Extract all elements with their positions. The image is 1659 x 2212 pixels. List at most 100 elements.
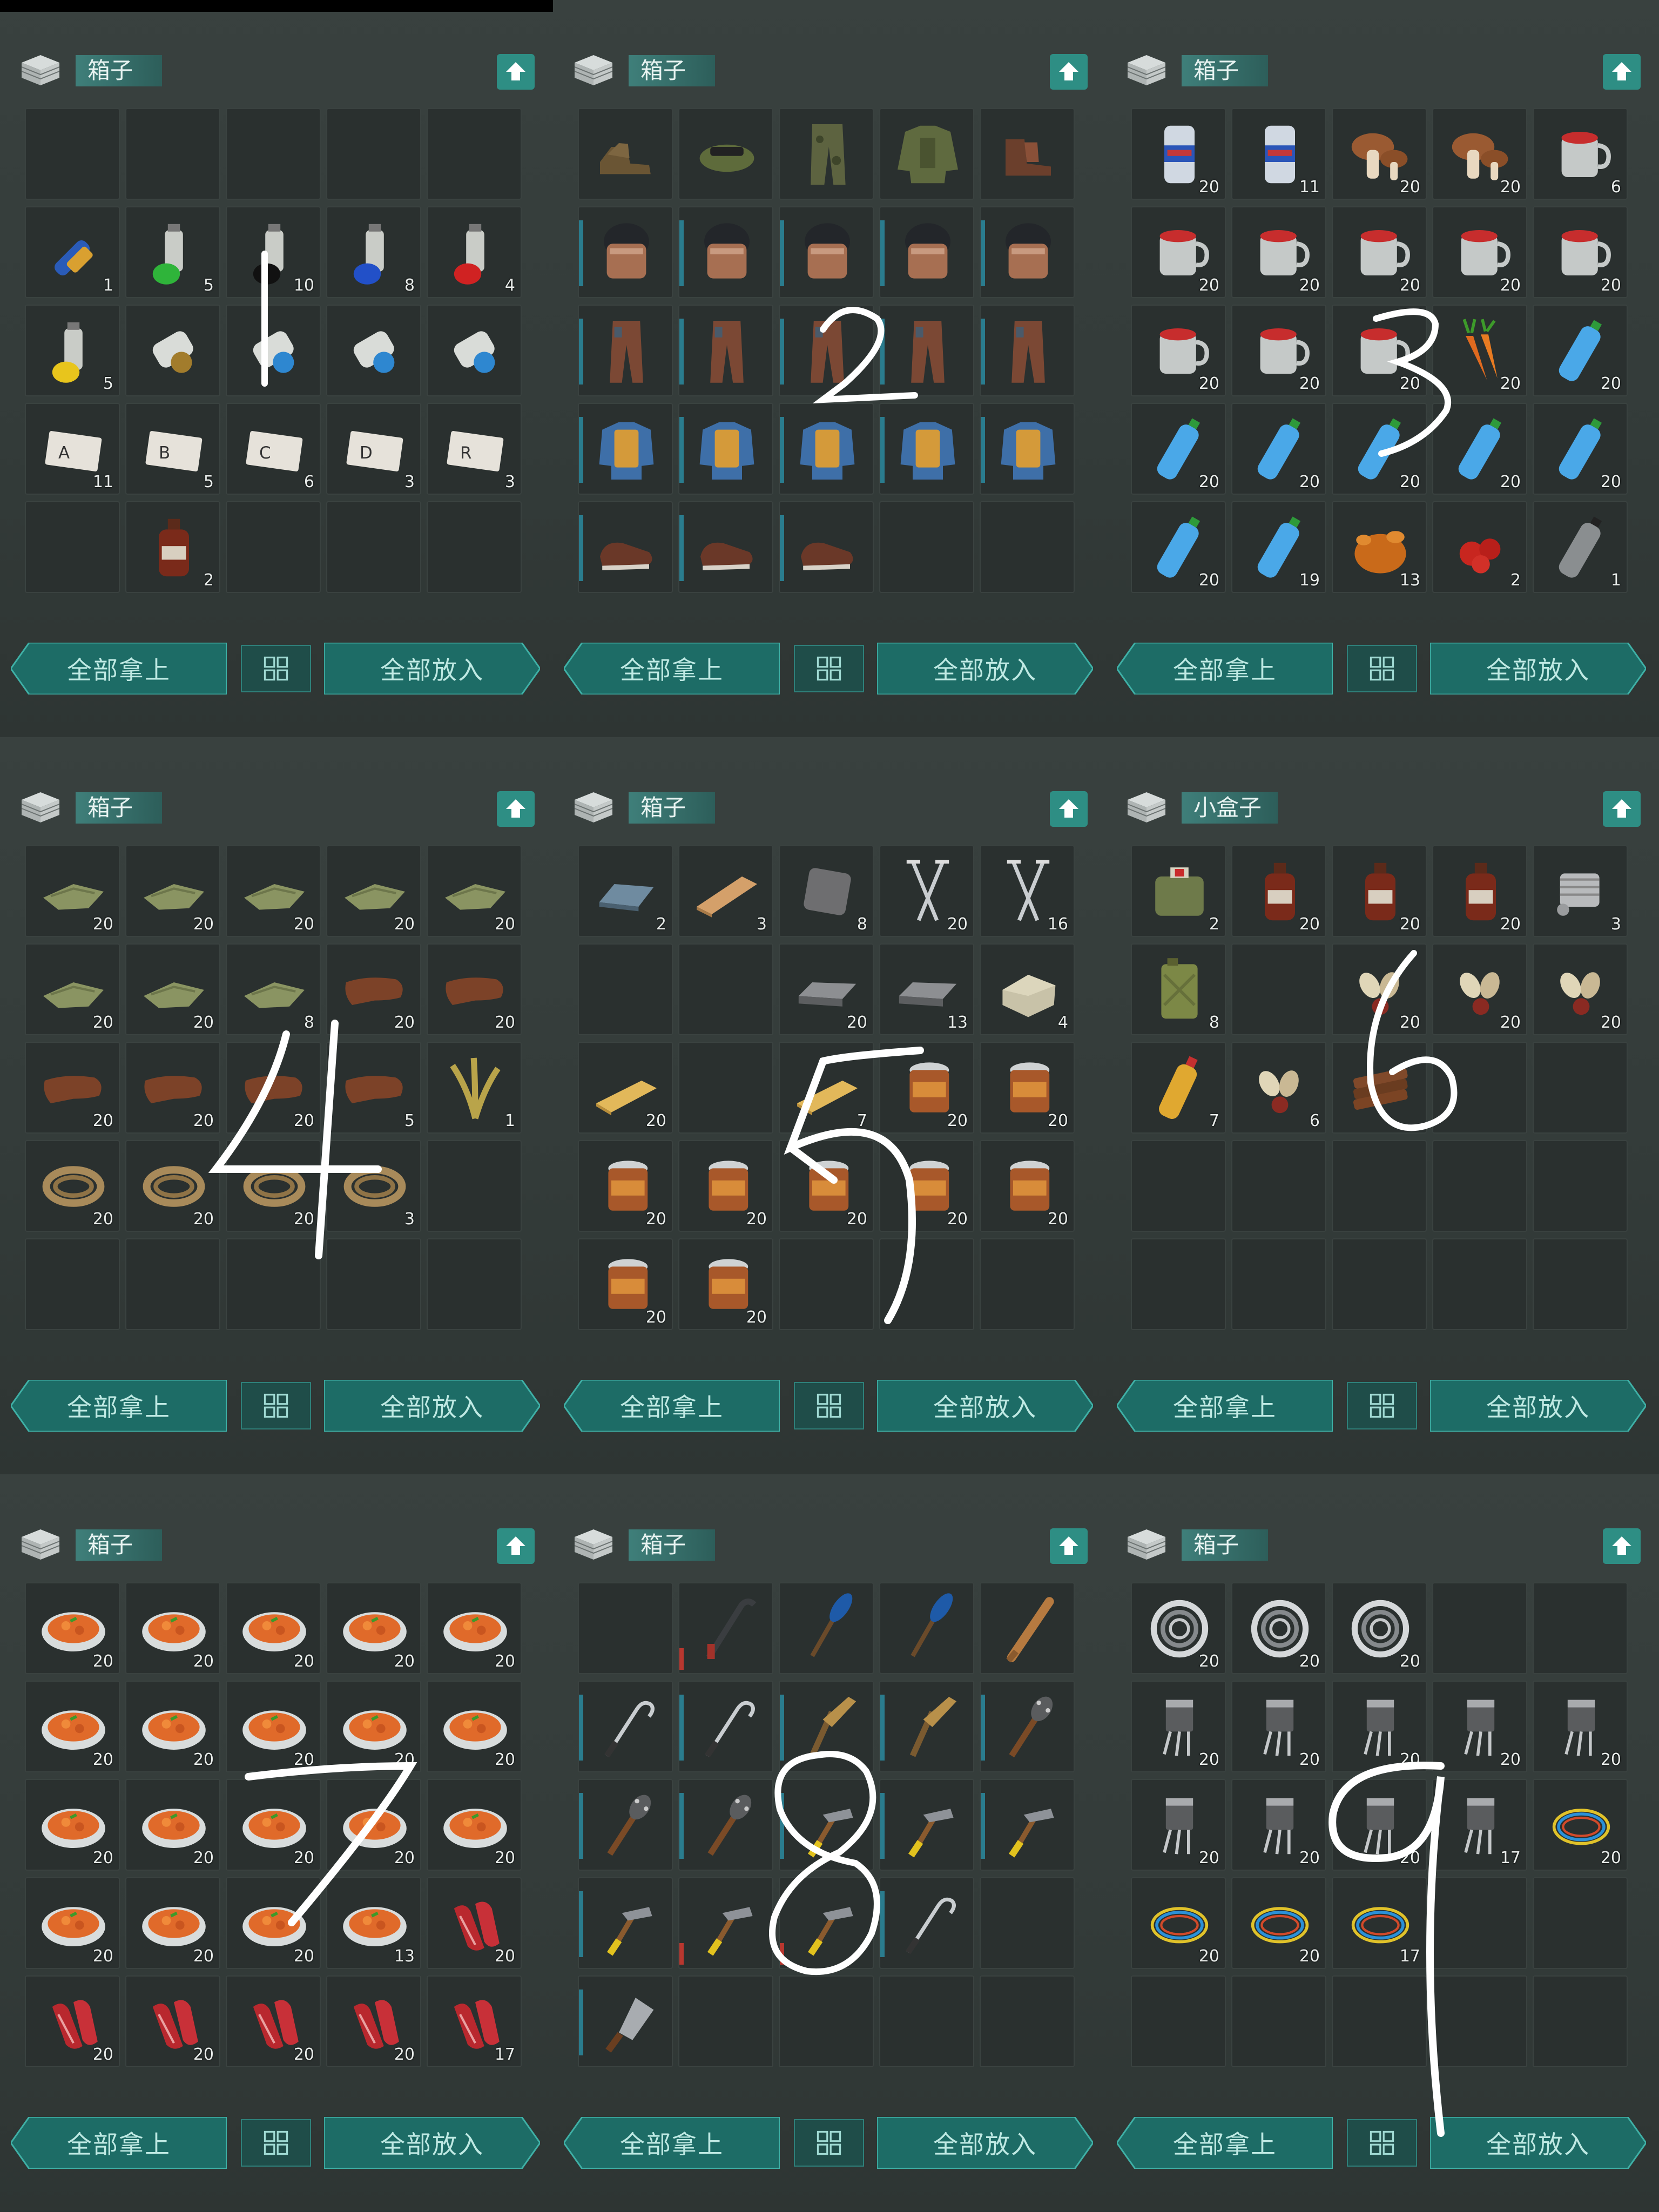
inventory-slot[interactable]: 4 — [427, 206, 522, 298]
inventory-slot[interactable]: 20 — [578, 1238, 673, 1330]
inventory-slot[interactable] — [779, 403, 874, 495]
inventory-slot[interactable]: 20 — [125, 943, 220, 1035]
inventory-slot[interactable] — [1231, 943, 1326, 1035]
inventory-slot[interactable] — [1432, 1975, 1527, 2067]
inventory-slot[interactable] — [578, 943, 673, 1035]
inventory-slot[interactable]: 20 — [879, 1042, 974, 1134]
inventory-slot[interactable]: 20 — [226, 845, 321, 937]
inventory-slot[interactable]: 20 — [1332, 108, 1427, 200]
inventory-slot[interactable]: 20 — [427, 1779, 522, 1871]
inventory-slot[interactable] — [1332, 1140, 1427, 1232]
inventory-slot[interactable] — [578, 1779, 673, 1871]
upload-button[interactable] — [1603, 791, 1641, 827]
inventory-slot[interactable]: 5 — [125, 206, 220, 298]
inventory-slot[interactable] — [226, 305, 321, 396]
inventory-slot[interactable] — [879, 501, 974, 593]
inventory-slot[interactable]: 7 — [1131, 1042, 1226, 1134]
inventory-slot[interactable]: 20 — [1131, 108, 1226, 200]
inventory-slot[interactable]: B5 — [125, 403, 220, 495]
inventory-slot[interactable]: 11 — [1231, 108, 1326, 200]
inventory-slot[interactable] — [1533, 1140, 1628, 1232]
inventory-slot[interactable] — [1533, 1042, 1628, 1134]
inventory-slot[interactable] — [578, 1877, 673, 1969]
inventory-slot[interactable]: 20 — [125, 1975, 220, 2067]
inventory-slot[interactable]: 20 — [427, 1582, 522, 1674]
inventory-slot[interactable] — [1231, 1238, 1326, 1330]
inventory-slot[interactable] — [879, 108, 974, 200]
inventory-slot[interactable] — [779, 1238, 874, 1330]
inventory-slot[interactable] — [678, 403, 773, 495]
inventory-slot[interactable]: 20 — [1332, 403, 1427, 495]
inventory-slot[interactable]: 2 — [1432, 501, 1527, 593]
upload-button[interactable] — [497, 54, 535, 90]
sort-button[interactable] — [241, 2119, 311, 2167]
inventory-slot[interactable]: 20 — [1432, 1681, 1527, 1772]
inventory-slot[interactable] — [779, 206, 874, 298]
put-all-button[interactable]: 全部放入 — [877, 2117, 1093, 2169]
inventory-slot[interactable]: 20 — [125, 1877, 220, 1969]
inventory-slot[interactable]: 20 — [326, 1681, 421, 1772]
upload-button[interactable] — [1603, 1528, 1641, 1564]
take-all-button[interactable]: 全部拿上 — [1117, 643, 1333, 694]
inventory-slot[interactable] — [879, 1681, 974, 1772]
inventory-slot[interactable]: 3 — [1533, 845, 1628, 937]
inventory-slot[interactable]: 20 — [1131, 206, 1226, 298]
inventory-slot[interactable] — [578, 1582, 673, 1674]
inventory-slot[interactable]: 20 — [578, 1140, 673, 1232]
upload-button[interactable] — [497, 1528, 535, 1564]
inventory-slot[interactable] — [678, 1975, 773, 2067]
inventory-slot[interactable]: C6 — [226, 403, 321, 495]
inventory-slot[interactable]: 20 — [326, 845, 421, 937]
inventory-slot[interactable]: 6 — [1231, 1042, 1326, 1134]
inventory-slot[interactable]: 20 — [980, 1140, 1075, 1232]
inventory-slot[interactable]: 20 — [226, 1779, 321, 1871]
inventory-slot[interactable] — [1231, 1140, 1326, 1232]
inventory-slot[interactable] — [879, 305, 974, 396]
inventory-slot[interactable] — [879, 1582, 974, 1674]
inventory-slot[interactable]: 10 — [226, 206, 321, 298]
inventory-slot[interactable]: 3 — [678, 845, 773, 937]
inventory-slot[interactable] — [980, 501, 1075, 593]
inventory-slot[interactable]: D3 — [326, 403, 421, 495]
inventory-slot[interactable] — [125, 305, 220, 396]
inventory-slot[interactable]: 20 — [25, 1975, 120, 2067]
inventory-slot[interactable]: 20 — [226, 1042, 321, 1134]
inventory-slot[interactable] — [678, 1779, 773, 1871]
inventory-slot[interactable] — [427, 1140, 522, 1232]
inventory-slot[interactable] — [1231, 1975, 1326, 2067]
inventory-slot[interactable]: 20 — [326, 1975, 421, 2067]
inventory-slot[interactable]: 1 — [1533, 501, 1628, 593]
inventory-slot[interactable] — [879, 1877, 974, 1969]
inventory-slot[interactable]: 20 — [1332, 305, 1427, 396]
put-all-button[interactable]: 全部放入 — [1430, 643, 1646, 694]
inventory-slot[interactable]: 20 — [779, 943, 874, 1035]
inventory-slot[interactable] — [678, 108, 773, 200]
inventory-slot[interactable]: 20 — [125, 1140, 220, 1232]
inventory-slot[interactable] — [326, 1238, 421, 1330]
inventory-slot[interactable]: 20 — [25, 1877, 120, 1969]
inventory-slot[interactable]: 20 — [226, 1975, 321, 2067]
inventory-slot[interactable]: 20 — [1131, 1877, 1226, 1969]
inventory-slot[interactable] — [25, 501, 120, 593]
inventory-slot[interactable] — [1432, 1042, 1527, 1134]
inventory-slot[interactable]: 13 — [1332, 501, 1427, 593]
inventory-slot[interactable]: 20 — [678, 1140, 773, 1232]
inventory-slot[interactable] — [1533, 1975, 1628, 2067]
inventory-slot[interactable] — [879, 1779, 974, 1871]
inventory-slot[interactable] — [1332, 1975, 1427, 2067]
inventory-slot[interactable] — [326, 305, 421, 396]
inventory-slot[interactable] — [427, 305, 522, 396]
inventory-slot[interactable] — [578, 501, 673, 593]
inventory-slot[interactable]: 20 — [427, 1681, 522, 1772]
inventory-slot[interactable] — [326, 108, 421, 200]
take-all-button[interactable]: 全部拿上 — [11, 643, 227, 694]
inventory-slot[interactable] — [678, 1582, 773, 1674]
inventory-slot[interactable] — [980, 1238, 1075, 1330]
inventory-slot[interactable]: 20 — [427, 845, 522, 937]
inventory-slot[interactable]: 20 — [1332, 206, 1427, 298]
put-all-button[interactable]: 全部放入 — [1430, 1380, 1646, 1432]
inventory-slot[interactable] — [1131, 1140, 1226, 1232]
inventory-slot[interactable] — [678, 1681, 773, 1772]
inventory-slot[interactable]: 20 — [1533, 943, 1628, 1035]
inventory-slot[interactable]: 20 — [1131, 403, 1226, 495]
